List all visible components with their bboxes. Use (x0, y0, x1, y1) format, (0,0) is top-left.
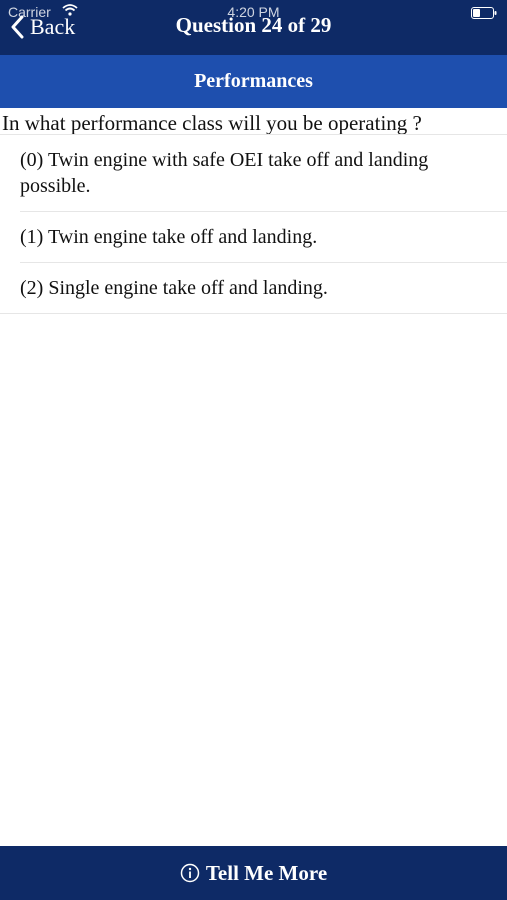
navigation-bar: Carrier 4:20 PM Back Question 24 of 29 (0, 0, 507, 55)
answer-option-1[interactable]: (1) Twin engine take off and landing. (0, 212, 507, 262)
page-title: Question 24 of 29 (175, 13, 332, 37)
question-text: In what performance class will you be op… (2, 111, 422, 135)
divider (0, 313, 507, 314)
answer-option-0[interactable]: (0) Twin engine with safe OEI take off a… (0, 135, 507, 211)
answer-list: (0) Twin engine with safe OEI take off a… (0, 135, 507, 314)
tell-me-more-label: Tell Me More (205, 860, 328, 885)
section-title: Performances (194, 70, 313, 92)
screen: Carrier 4:20 PM Back Question 24 of 29 P… (0, 0, 507, 900)
info-circle-icon (180, 863, 200, 883)
answer-option-2[interactable]: (2) Single engine take off and landing. (0, 263, 507, 313)
tell-me-more-button[interactable]: Tell Me More (0, 846, 507, 900)
section-header: Performances (0, 55, 507, 108)
